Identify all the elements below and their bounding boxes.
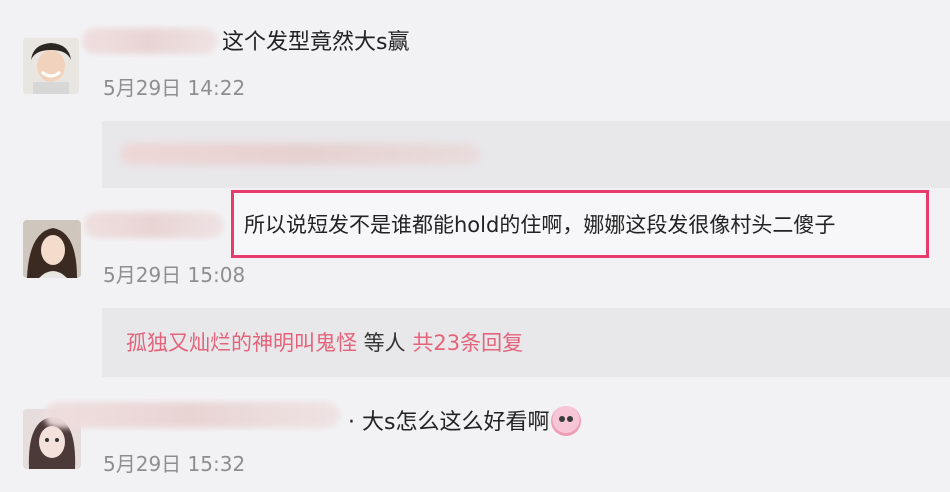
username-blurred[interactable]: [84, 212, 224, 238]
reply-summary[interactable]: 孤独又灿烂的神明叫鬼怪 等人 共23条回复: [102, 308, 950, 377]
comment-text: 大s怎么这么好看啊: [362, 410, 550, 435]
reply-summary-text: 孤独又灿烂的神明叫鬼怪 等人 共23条回复: [126, 328, 523, 358]
reply-summary[interactable]: [102, 121, 950, 188]
username-blurred[interactable]: [44, 402, 340, 428]
username-blurred[interactable]: [82, 28, 218, 54]
comment-text-wrap: · 大s怎么这么好看啊: [348, 406, 582, 438]
comment-time: 5月29日 15:32: [103, 452, 246, 476]
avatar[interactable]: [23, 220, 81, 278]
comment-text: 所以说短发不是谁都能hold的住啊，娜娜这段发很像村头二傻子: [244, 213, 836, 237]
reply-middle-text: 等人: [357, 331, 413, 355]
comment-time: 5月29日 14:22: [103, 76, 246, 100]
reply-user-link[interactable]: 孤独又灿烂的神明叫鬼怪: [126, 331, 357, 355]
comment-time: 5月29日 15:08: [103, 263, 246, 287]
comment-text: 这个发型竟然大s赢: [222, 30, 410, 55]
avatar[interactable]: [23, 38, 79, 94]
reply-blurred: [120, 143, 480, 165]
jigglypuff-emoji-icon: [551, 406, 582, 436]
highlight-box: 所以说短发不是谁都能hold的住啊，娜娜这段发很像村头二傻子: [231, 190, 929, 258]
reply-count-link[interactable]: 共23条回复: [412, 331, 523, 355]
